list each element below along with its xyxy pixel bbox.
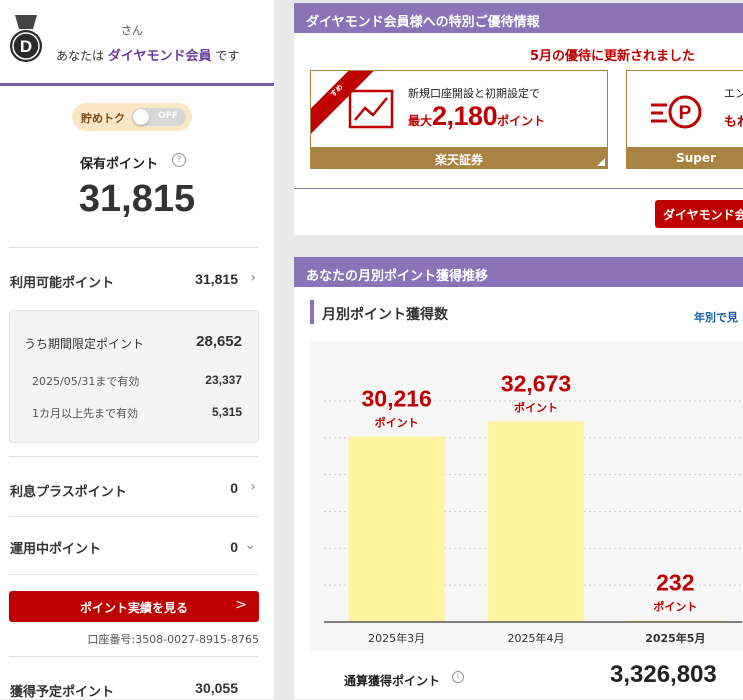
offer-description: エン bbox=[724, 87, 743, 100]
expiry-label: 2025/05/31まで有効 bbox=[32, 375, 140, 388]
chevron-down-icon[interactable]: ⌄ bbox=[244, 537, 256, 553]
available-points-value: 31,815 bbox=[195, 271, 238, 287]
member-status: あなたは ダイヤモンド会員 です bbox=[56, 49, 240, 64]
x-tick-label: 2025年3月 bbox=[368, 631, 425, 645]
points-sidebar: D さん あなたは ダイヤモンド会員 です 貯めトク OFF 保有ポイント ? … bbox=[0, 0, 274, 700]
offer-footer: 楽天証券 bbox=[311, 147, 607, 168]
divider bbox=[9, 574, 259, 575]
corner-triangle-icon bbox=[597, 158, 605, 166]
monthly-header: あなたの月別ポイント獲得推移 bbox=[294, 257, 743, 287]
bar-unit-label: ポイント bbox=[375, 416, 419, 430]
divider bbox=[294, 188, 743, 189]
investing-points-label[interactable]: 運用中ポイント bbox=[10, 538, 101, 557]
chevron-right-icon: > bbox=[235, 597, 247, 613]
offer-footer: Super bbox=[627, 147, 743, 168]
view-points-history-button[interactable]: ポイント実績を見る > bbox=[9, 591, 259, 622]
limited-points-box: うち期間限定ポイント 28,652 2025/05/31まで有効 23,337 … bbox=[9, 310, 259, 443]
held-points-value: 31,815 bbox=[78, 178, 196, 220]
help-icon[interactable]: ? bbox=[172, 153, 186, 167]
switch-state: OFF bbox=[158, 111, 178, 121]
member-tier[interactable]: ダイヤモンド会員 bbox=[108, 49, 212, 64]
divider bbox=[9, 656, 259, 657]
savings-toggle[interactable]: 貯めトク OFF bbox=[72, 103, 192, 131]
monthly-points-chart: 30,216 ポイント 2025年3月 32,673 ポイント 2025年4月 232 ポイン… bbox=[324, 370, 742, 645]
offer-card-rakuten-securities[interactable]: 今月の おすすめ 新規口座開設と初期設定で 最大2,180ポイント 楽天証券 bbox=[310, 70, 608, 169]
chart-bar bbox=[488, 421, 584, 622]
chart-trend-icon bbox=[348, 89, 394, 129]
divider bbox=[9, 247, 259, 248]
monthly-subtitle: 月別ポイント獲得数 bbox=[310, 300, 448, 324]
held-points-label: 保有ポイント bbox=[80, 157, 159, 172]
x-tick-label: 2025年4月 bbox=[508, 631, 565, 645]
chevron-right-icon[interactable]: › bbox=[250, 270, 256, 286]
interest-plus-value: 0 bbox=[230, 480, 238, 496]
offers-updated-notice: 5月の優待に更新されました bbox=[530, 49, 696, 64]
bar-value-label: 32,673 bbox=[501, 370, 571, 396]
chart-bar bbox=[348, 436, 445, 622]
rakuten-point-icon: P bbox=[651, 95, 702, 129]
diamond-member-button[interactable]: ダイヤモンド会 bbox=[655, 200, 743, 228]
total-points-value: 3,326,803 bbox=[610, 661, 717, 688]
interest-plus-label[interactable]: 利息プラスポイント bbox=[10, 481, 127, 500]
offer-card-super[interactable]: P エン もれ Super bbox=[626, 70, 743, 169]
x-tick-label: 2025年5月 bbox=[645, 631, 705, 645]
total-points-label: 通算獲得ポイント bbox=[344, 674, 441, 688]
account-number: 口座番号:3508-0027-8915-8765 bbox=[87, 633, 259, 646]
bar-value-label: 30,216 bbox=[361, 386, 431, 412]
offer-description: 新規口座開設と初期設定で bbox=[408, 87, 540, 100]
cta-label: ポイント実績を見る bbox=[79, 601, 188, 615]
divider bbox=[9, 516, 259, 517]
available-points-label[interactable]: 利用可能ポイント bbox=[10, 272, 114, 291]
monthly-points-panel: あなたの月別ポイント獲得推移 月別ポイント獲得数 年別で見 30,216 ポイント… bbox=[294, 257, 743, 699]
expected-points-value: 30,055 bbox=[195, 680, 238, 696]
offers-panel: ダイヤモンド会員様への特別ご優待情報 5月の優待に更新されました 今月の おすす… bbox=[294, 3, 743, 235]
bar-unit-label: ポイント bbox=[653, 600, 697, 614]
savings-switch[interactable]: OFF bbox=[132, 108, 186, 126]
member-info: D さん あなたは ダイヤモンド会員 です bbox=[0, 0, 274, 86]
expiry-value: 23,337 bbox=[205, 373, 242, 387]
switch-knob bbox=[133, 109, 149, 125]
bar-unit-label: ポイント bbox=[514, 400, 558, 414]
offer-highlight: もれ bbox=[724, 115, 743, 130]
offers-header: ダイヤモンド会員様への特別ご優待情報 bbox=[294, 3, 743, 33]
chevron-right-icon[interactable]: › bbox=[250, 479, 256, 495]
diamond-badge-icon: D bbox=[10, 15, 42, 62]
svg-text:D: D bbox=[20, 37, 32, 56]
user-honorific: さん bbox=[121, 24, 143, 37]
expiry-value: 5,315 bbox=[211, 405, 242, 419]
expected-points-label: 獲得予定ポイント bbox=[10, 685, 115, 700]
yearly-view-link[interactable]: 年別で見 bbox=[694, 309, 738, 325]
investing-points-value: 0 bbox=[230, 539, 238, 555]
svg-text:P: P bbox=[679, 103, 692, 124]
offer-amount: 最大2,180ポイント bbox=[408, 101, 546, 131]
bar-value-label: 232 bbox=[656, 570, 694, 596]
limited-points-value: 28,652 bbox=[196, 333, 242, 350]
limited-points-label: うち期間限定ポイント bbox=[24, 337, 145, 351]
savings-toggle-label: 貯めトク bbox=[81, 112, 125, 125]
info-icon[interactable]: i bbox=[452, 671, 464, 683]
divider bbox=[9, 456, 259, 457]
expiry-label: 1カ月以上先まで有効 bbox=[32, 407, 138, 420]
